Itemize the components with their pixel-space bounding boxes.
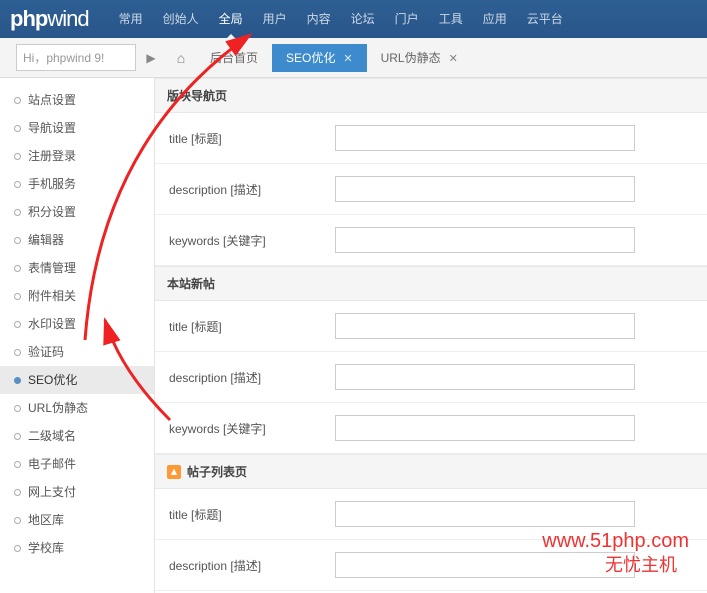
text-input-1-2[interactable] [335, 415, 635, 441]
main-area: 站点设置导航设置注册登录手机服务积分设置编辑器表情管理附件相关水印设置验证码SE… [0, 78, 707, 593]
form-label: keywords [关键字] [155, 232, 335, 249]
form-label: title [标题] [155, 506, 335, 523]
sidebar-item-4[interactable]: 积分设置 [0, 198, 154, 226]
topnav-item-5[interactable]: 论坛 [341, 0, 385, 38]
text-input-1-1[interactable] [335, 364, 635, 390]
sidebar-item-6[interactable]: 表情管理 [0, 254, 154, 282]
sidebar-item-16[interactable]: 学校库 [0, 534, 154, 562]
form-label: title [标题] [155, 130, 335, 147]
close-icon[interactable]: ✕ [449, 53, 458, 65]
text-input-0-1[interactable] [335, 176, 635, 202]
text-input-0-2[interactable] [335, 227, 635, 253]
close-icon[interactable]: ✕ [343, 53, 352, 65]
subtab-0[interactable]: 后台首页 [196, 44, 272, 72]
sidebar-item-2[interactable]: 注册登录 [0, 142, 154, 170]
topnav-item-6[interactable]: 门户 [385, 0, 429, 38]
form-row: description [描述] [155, 352, 707, 403]
topnav-item-4[interactable]: 内容 [297, 0, 341, 38]
sidebar-item-13[interactable]: 电子邮件 [0, 450, 154, 478]
section-head-0: 版块导航页 [155, 78, 707, 113]
sidebar-item-15[interactable]: 地区库 [0, 506, 154, 534]
text-input-1-0[interactable] [335, 313, 635, 339]
form-label: description [描述] [155, 369, 335, 386]
sidebar-item-1[interactable]: 导航设置 [0, 114, 154, 142]
form-label: description [描述] [155, 181, 335, 198]
form-row: title [标题] [155, 489, 707, 540]
text-input-2-0[interactable] [335, 501, 635, 527]
greeting-box: Hi，phpwind 9! [16, 44, 136, 71]
collapse-icon[interactable]: ▲ [167, 465, 181, 479]
form-row: keywords [关键字] [155, 215, 707, 266]
topnav-item-1[interactable]: 创始人 [153, 0, 209, 38]
section-head-2: ▲ 帖子列表页 [155, 454, 707, 489]
sub-bar: Hi，phpwind 9! ▶ ⌂ 后台首页 SEO优化 ✕ URL伪静态 ✕ [0, 38, 707, 78]
sidebar: 站点设置导航设置注册登录手机服务积分设置编辑器表情管理附件相关水印设置验证码SE… [0, 78, 155, 593]
sidebar-item-5[interactable]: 编辑器 [0, 226, 154, 254]
form-label: title [标题] [155, 318, 335, 335]
content: 版块导航页 title [标题] description [描述] keywords … [155, 78, 707, 593]
topnav-item-3[interactable]: 用户 [253, 0, 297, 38]
sidebar-item-0[interactable]: 站点设置 [0, 86, 154, 114]
subtab-label: SEO优化 [286, 51, 335, 65]
sidebar-item-11[interactable]: URL伪静态 [0, 394, 154, 422]
sidebar-item-12[interactable]: 二级域名 [0, 422, 154, 450]
sidebar-item-8[interactable]: 水印设置 [0, 310, 154, 338]
text-input-2-1[interactable] [335, 552, 635, 578]
sidebar-item-3[interactable]: 手机服务 [0, 170, 154, 198]
form-row: title [标题] [155, 113, 707, 164]
form-row: description [描述] [155, 540, 707, 591]
top-nav: phpwind 常用创始人全局用户内容论坛门户工具应用云平台 [0, 0, 707, 38]
section-head-1: 本站新帖 [155, 266, 707, 301]
subtab-label: URL伪静态 [381, 51, 441, 65]
section-title: 本站新帖 [167, 275, 215, 292]
sidebar-item-7[interactable]: 附件相关 [0, 282, 154, 310]
topnav-item-2[interactable]: 全局 [209, 0, 253, 38]
topnav-item-8[interactable]: 应用 [473, 0, 517, 38]
sidebar-item-14[interactable]: 网上支付 [0, 478, 154, 506]
form-label: keywords [关键字] [155, 420, 335, 437]
section-title: 版块导航页 [167, 87, 227, 104]
topnav-item-9[interactable]: 云平台 [517, 0, 573, 38]
form-row: description [描述] [155, 164, 707, 215]
sidebar-item-10[interactable]: SEO优化 [0, 366, 154, 394]
form-label: description [描述] [155, 557, 335, 574]
logo: phpwind [10, 6, 109, 32]
section-title: 帖子列表页 [187, 463, 247, 480]
home-icon[interactable]: ⌂ [166, 50, 196, 66]
form-row: title [标题] [155, 301, 707, 352]
topnav-item-0[interactable]: 常用 [109, 0, 153, 38]
form-row: keywords [关键字] [155, 403, 707, 454]
subtab-1[interactable]: SEO优化 ✕ [272, 44, 367, 72]
subtab-label: 后台首页 [210, 51, 258, 65]
sidebar-item-9[interactable]: 验证码 [0, 338, 154, 366]
subtab-2[interactable]: URL伪静态 ✕ [367, 44, 472, 72]
greet-arrow-icon: ▶ [136, 51, 166, 65]
text-input-0-0[interactable] [335, 125, 635, 151]
topnav-item-7[interactable]: 工具 [429, 0, 473, 38]
